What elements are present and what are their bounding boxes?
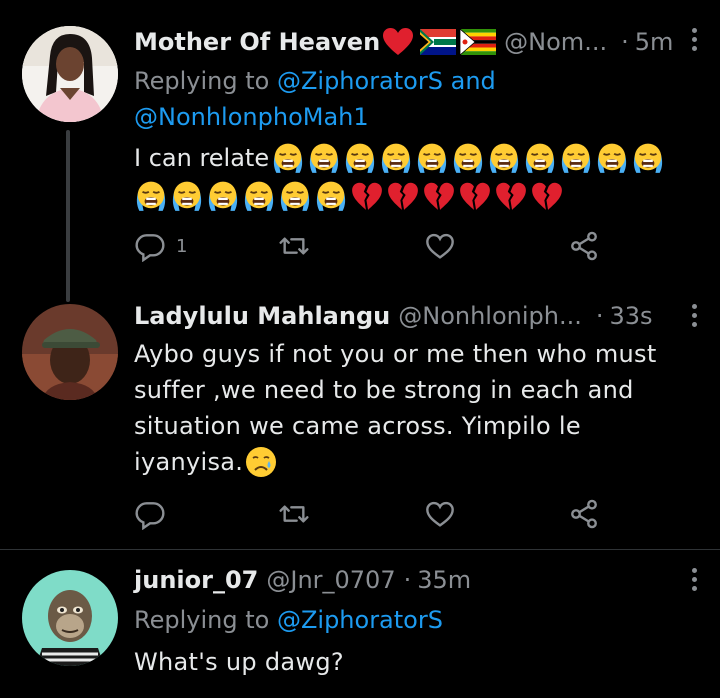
separator-dot: · <box>595 302 604 330</box>
tweet-text-line: suffer ,we need to be strong in each and <box>134 376 634 404</box>
more-icon[interactable] <box>690 28 698 51</box>
reply-count: 1 <box>176 235 188 257</box>
handle[interactable]: @Nonhloniph... <box>398 302 582 330</box>
broken-heart-emoji <box>496 182 526 210</box>
avatar-mother-of-heaven[interactable] <box>22 26 118 122</box>
loudly-crying-face-emoji <box>417 143 447 173</box>
loudly-crying-face-emoji <box>136 181 166 211</box>
tweet-ladylulu[interactable]: Ladylulu Mahlangu @Nonhloniph... · 33s A… <box>0 290 720 550</box>
broken-heart-emoji <box>460 182 490 210</box>
timestamp[interactable]: 5m <box>635 28 674 56</box>
reply-button[interactable]: 1 <box>134 228 187 264</box>
avatar-ladylulu[interactable] <box>22 304 118 400</box>
avatar-junior[interactable] <box>22 570 118 666</box>
loudly-crying-face-emoji <box>316 181 346 211</box>
retweet-button[interactable] <box>278 228 310 264</box>
tweet-header: junior_07 @Jnr_0707 · 35m <box>134 562 471 598</box>
share-icon <box>571 231 597 261</box>
mention-link[interactable]: @ZiphoratorS <box>277 67 443 95</box>
broken-heart-emoji <box>352 182 382 210</box>
tweet-text: What's up dawg? <box>134 648 344 676</box>
loudly-crying-face-emoji <box>453 143 483 173</box>
broken-heart-emoji <box>388 182 418 210</box>
like-icon <box>426 233 454 259</box>
replying-to: Replying to @ZiphoratorS and <box>134 63 496 99</box>
like-button[interactable] <box>424 228 456 264</box>
timestamp[interactable]: 35m <box>417 566 471 594</box>
tweet-text-line: Aybo guys if not you or me then who must <box>134 340 657 368</box>
loudly-crying-face-emoji <box>244 181 274 211</box>
separator-dot: · <box>403 566 412 594</box>
mention-link[interactable]: @ZiphoratorS <box>277 606 443 634</box>
tweet-junior[interactable]: junior_07 @Jnr_0707 · 35m Replying to @Z… <box>0 550 720 698</box>
loudly-crying-face-emoji <box>273 143 303 173</box>
like-icon <box>426 501 454 527</box>
loudly-crying-face-emoji <box>525 143 555 173</box>
more-icon[interactable] <box>690 568 698 591</box>
share-icon <box>571 499 597 529</box>
tweet-mother-of-heaven[interactable]: Mother Of Heaven @Nom... · 5m Replying t… <box>0 0 720 302</box>
loudly-crying-face-emoji <box>280 181 310 211</box>
handle[interactable]: @Nom... <box>504 28 607 56</box>
retweet-icon <box>279 505 309 523</box>
loudly-crying-face-emoji <box>172 181 202 211</box>
replying-prefix: Replying to <box>134 606 270 634</box>
loudly-crying-face-emoji <box>633 143 663 173</box>
loudly-crying-face-emoji <box>489 143 519 173</box>
tweet-actions: 1 <box>134 228 614 264</box>
sad-but-relieved-face-emoji <box>246 447 277 477</box>
retweet-icon <box>279 237 309 255</box>
separator-dot: · <box>621 28 629 56</box>
tweet-header: Mother Of Heaven @Nom... · 5m <box>134 24 673 60</box>
loudly-crying-face-emoji <box>381 143 411 173</box>
tweet-text-line-1: I can relate <box>134 140 667 176</box>
tweet-text: Aybo guys if not you or me then who must… <box>134 336 694 480</box>
loudly-crying-face-emoji <box>597 143 627 173</box>
tweet-text-line-2 <box>134 178 566 214</box>
red-heart-emoji <box>383 28 414 55</box>
reply-button[interactable] <box>134 496 166 532</box>
display-name[interactable]: junior_07 <box>134 566 258 594</box>
more-icon[interactable] <box>690 304 698 327</box>
tweet-actions <box>134 496 614 532</box>
tweet-text-line: situation we came across. Yimpilo le <box>134 412 581 440</box>
south-africa-flag-emoji <box>420 29 457 55</box>
and-text[interactable]: and <box>451 67 496 95</box>
replying-to-line-2: @NonhlonphoMah1 <box>134 99 369 135</box>
replying-prefix: Replying to <box>134 67 270 95</box>
tweet-text-line: iyanyisa. <box>134 448 244 476</box>
reply-icon <box>135 502 165 530</box>
loudly-crying-face-emoji <box>309 143 339 173</box>
mention-link[interactable]: @NonhlonphoMah1 <box>134 103 369 131</box>
thread-line <box>66 130 70 302</box>
loudly-crying-face-emoji <box>345 143 375 173</box>
loudly-crying-face-emoji <box>208 181 238 211</box>
reply-icon <box>135 234 165 262</box>
timestamp[interactable]: 33s <box>610 302 653 330</box>
display-name[interactable]: Mother Of Heaven <box>134 28 380 56</box>
broken-heart-emoji <box>424 182 454 210</box>
broken-heart-emoji <box>532 182 562 210</box>
like-button[interactable] <box>424 496 456 532</box>
share-button[interactable] <box>568 228 600 264</box>
display-name[interactable]: Ladylulu Mahlangu <box>134 302 390 330</box>
emoji-group <box>271 141 667 175</box>
tweet-text: I can relate <box>134 144 270 172</box>
replying-to: Replying to @ZiphoratorS <box>134 602 443 638</box>
loudly-crying-face-emoji <box>561 143 591 173</box>
tweet-header: Ladylulu Mahlangu @Nonhloniph... · 33s <box>134 298 653 334</box>
handle[interactable]: @Jnr_0707 <box>266 566 395 594</box>
share-button[interactable] <box>568 496 600 532</box>
retweet-button[interactable] <box>278 496 310 532</box>
zimbabwe-flag-emoji <box>460 29 497 55</box>
